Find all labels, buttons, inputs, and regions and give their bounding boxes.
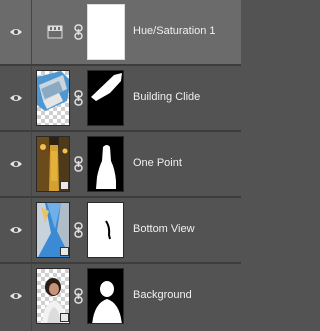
- layer-name[interactable]: Hue/Saturation 1: [133, 25, 216, 37]
- layer-name[interactable]: Background: [133, 289, 192, 301]
- mask-shape: [92, 281, 122, 323]
- adjustment-layer-icon: [47, 25, 63, 39]
- layer-mask-thumbnail[interactable]: [87, 136, 124, 192]
- visibility-toggle[interactable]: [0, 198, 32, 262]
- visibility-toggle[interactable]: [0, 0, 32, 64]
- smart-object-icon: [60, 313, 69, 322]
- layer-thumbnail[interactable]: [36, 202, 70, 258]
- layer-mask-thumbnail[interactable]: [87, 202, 124, 258]
- mask-shape: [91, 73, 122, 101]
- layer-thumbnail[interactable]: [36, 70, 70, 126]
- layer-name[interactable]: Building Clide: [133, 91, 200, 103]
- eye-icon: [10, 29, 22, 35]
- layer-row-hue-saturation[interactable]: Hue/Saturation 1: [0, 0, 241, 64]
- eye-icon: [10, 95, 22, 101]
- visibility-toggle[interactable]: [0, 132, 32, 196]
- layer-mask-thumbnail[interactable]: [87, 268, 124, 324]
- layer-mask-thumbnail[interactable]: [87, 4, 125, 60]
- link-icon[interactable]: [74, 222, 83, 238]
- visibility-toggle[interactable]: [0, 66, 32, 130]
- link-icon[interactable]: [74, 24, 83, 40]
- eye-icon: [10, 293, 22, 299]
- mask-shape: [105, 220, 111, 240]
- visibility-toggle[interactable]: [0, 264, 32, 331]
- layer-row-building-clide[interactable]: Building Clide: [0, 66, 241, 130]
- layer-thumbnail[interactable]: [36, 268, 70, 324]
- layer-name[interactable]: Bottom View: [133, 223, 195, 235]
- layer-mask-thumbnail[interactable]: [87, 70, 124, 126]
- layers-panel: Hue/Saturation 1 Building Clide One Poin…: [0, 0, 241, 331]
- link-icon[interactable]: [74, 90, 83, 106]
- layer-row-one-point[interactable]: One Point: [0, 132, 241, 196]
- layer-row-background[interactable]: Background: [0, 264, 241, 331]
- mask-shape: [96, 145, 116, 189]
- layer-name[interactable]: One Point: [133, 157, 182, 169]
- link-icon[interactable]: [74, 288, 83, 304]
- layer-thumbnail[interactable]: [36, 136, 70, 192]
- smart-object-icon: [60, 247, 69, 256]
- layer-row-bottom-view[interactable]: Bottom View: [0, 198, 241, 262]
- smart-object-icon: [60, 181, 69, 190]
- eye-icon: [10, 227, 22, 233]
- eye-icon: [10, 161, 22, 167]
- building-image: [37, 71, 69, 111]
- link-icon[interactable]: [74, 156, 83, 172]
